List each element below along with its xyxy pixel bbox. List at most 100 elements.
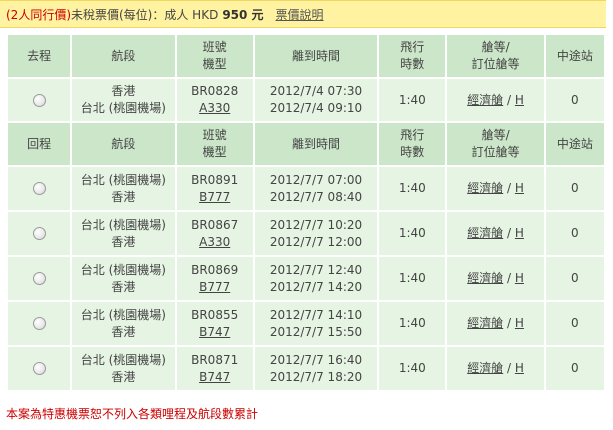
flight-duration: 1:40 xyxy=(398,271,426,285)
fare-rules-link[interactable]: 票價說明 xyxy=(276,6,324,23)
class-label-2: 訂位艙等 xyxy=(471,57,520,71)
segment-cell: 台北 (桃園機場) 香港 xyxy=(72,167,175,210)
cabin-class-link[interactable]: 經濟艙 xyxy=(467,181,503,195)
col-flight: 班號 機型 xyxy=(176,35,253,77)
duration-cell: 1:40 xyxy=(379,302,446,345)
booking-class-link[interactable]: H xyxy=(515,181,524,195)
col-flight: 班號 機型 xyxy=(176,123,253,165)
booking-class-link[interactable]: H xyxy=(515,271,524,285)
aircraft-type-cell: A330 xyxy=(177,234,253,251)
duration-cell: 1:40 xyxy=(379,212,446,255)
class-cell: 經濟艙 / H xyxy=(447,167,544,210)
origin-airport: 台北 (桃園機場) xyxy=(80,262,166,277)
booking-class-link[interactable]: H xyxy=(515,93,524,107)
cabin-class-link[interactable]: 經濟艙 xyxy=(467,361,503,375)
stops-count: 0 xyxy=(571,181,579,195)
flight-number: BR0828 xyxy=(191,84,239,98)
flight-cell: BR0867 A330 xyxy=(176,212,253,255)
flight-duration: 1:40 xyxy=(398,226,426,240)
fare-amount: 950 元 xyxy=(222,7,264,22)
col-stops: 中途站 xyxy=(545,123,604,165)
duration-label-2: 時數 xyxy=(400,145,425,159)
stops-cell: 0 xyxy=(545,257,604,300)
segment-cell: 香港 台北 (桃園機場) xyxy=(72,79,175,121)
flight-radio-button[interactable] xyxy=(32,182,46,195)
flight-duration: 1:40 xyxy=(398,361,426,375)
class-separator: / xyxy=(503,181,515,195)
departure-time: 2012/7/4 07:30 xyxy=(269,84,363,98)
flight-label: 班號 xyxy=(202,40,227,54)
aircraft-type-link[interactable]: B777 xyxy=(199,280,230,294)
booking-class-link[interactable]: H xyxy=(515,361,524,375)
cabin-class-link[interactable]: 經濟艙 xyxy=(467,93,503,107)
flight-radio-button[interactable] xyxy=(32,227,46,240)
flight-radio-button[interactable] xyxy=(32,93,46,107)
select-cell[interactable] xyxy=(8,79,71,121)
stops-cell: 0 xyxy=(545,167,604,210)
select-cell[interactable] xyxy=(8,212,71,255)
untaxed-fare-label: 未稅票價(每位)：成人 HKD xyxy=(71,7,219,22)
origin-airport: 台北 (桃園機場) xyxy=(80,172,166,187)
times-cell: 2012/7/7 14:10 2012/7/7 15:50 xyxy=(254,302,378,345)
segment-cell: 台北 (桃園機場) 香港 xyxy=(72,257,175,300)
duration-cell: 1:40 xyxy=(379,257,446,300)
cabin-class-link[interactable]: 經濟艙 xyxy=(467,226,503,240)
duration-label-2: 時數 xyxy=(400,57,425,71)
stops-cell: 0 xyxy=(545,212,604,255)
arrival-time: 2012/7/7 15:50 xyxy=(269,324,363,339)
select-cell[interactable] xyxy=(8,167,71,210)
arrival-time: 2012/7/4 09:10 xyxy=(269,101,363,115)
flight-duration: 1:40 xyxy=(398,316,426,330)
aircraft-type-cell: A330 xyxy=(177,100,253,117)
flight-selection-table: 去程 航段 班號 機型 離到時間 飛行 時數 艙等/訂位艙等 中途站 香港 台北 (桃園機場) BR0… xyxy=(6,33,606,392)
flight-row: 台北 (桃園機場) 香港 BR0867 A330 2012/7/7 10:20 2012/… xyxy=(8,212,604,255)
duration-cell: 1:40 xyxy=(379,79,446,121)
col-duration: 飛行 時數 xyxy=(379,35,446,77)
class-cell: 經濟艙 / H xyxy=(447,302,544,345)
aircraft-type-link[interactable]: B747 xyxy=(199,325,230,339)
class-separator: / xyxy=(503,271,515,285)
col-segment: 航段 xyxy=(72,123,175,165)
flight-row: 香港 台北 (桃園機場) BR0828 A330 2012/7/4 07:30 2012/… xyxy=(8,79,604,121)
flight-row: 台北 (桃園機場) 香港 BR0871 B747 2012/7/7 16:40 2012/… xyxy=(8,347,604,390)
select-cell[interactable] xyxy=(8,347,71,390)
flight-number: BR0891 xyxy=(191,172,239,187)
flight-radio-button[interactable] xyxy=(32,272,46,285)
flight-number: BR0855 xyxy=(191,307,239,322)
aircraft-type-link[interactable]: B747 xyxy=(199,370,230,384)
class-cell: 經濟艙 / H xyxy=(447,257,544,300)
segment-cell: 台北 (桃園機場) 香港 xyxy=(72,212,175,255)
departure-time: 2012/7/7 10:20 xyxy=(269,217,363,232)
class-label-1: 艙等/ xyxy=(481,40,510,54)
segment-label: 航段 xyxy=(111,48,136,63)
booking-class-link[interactable]: H xyxy=(515,226,524,240)
direction-label: 去程 xyxy=(27,48,52,63)
booking-class-link[interactable]: H xyxy=(515,316,524,330)
class-label-2: 訂位艙等 xyxy=(471,145,520,159)
select-cell[interactable] xyxy=(8,302,71,345)
col-direction: 回程 xyxy=(8,123,71,165)
flight-radio-button[interactable] xyxy=(32,362,46,375)
aircraft-type-link[interactable]: A330 xyxy=(199,101,230,115)
direction-label: 回程 xyxy=(27,136,52,151)
aircraft-type-link[interactable]: B777 xyxy=(199,190,230,204)
stops-count: 0 xyxy=(571,271,579,285)
aircraft-type-link[interactable]: A330 xyxy=(199,235,230,249)
duration-cell: 1:40 xyxy=(379,347,446,390)
times-cell: 2012/7/7 16:40 2012/7/7 18:20 xyxy=(254,347,378,390)
cabin-class-link[interactable]: 經濟艙 xyxy=(467,316,503,330)
origin-airport: 台北 (桃園機場) xyxy=(80,217,166,232)
flight-radio-button[interactable] xyxy=(32,317,46,330)
return-header-row: 回程 航段 班號 機型 離到時間 飛行 時數 艙等/訂位艙等 中途站 xyxy=(8,123,604,165)
select-cell[interactable] xyxy=(8,257,71,300)
flight-row: 台北 (桃園機場) 香港 BR0855 B747 2012/7/7 14:10 2012/… xyxy=(8,302,604,345)
outbound-header-row: 去程 航段 班號 機型 離到時間 飛行 時數 艙等/訂位艙等 中途站 xyxy=(8,35,604,77)
flight-cell: BR0891 B777 xyxy=(176,167,253,210)
origin-airport: 台北 (桃園機場) xyxy=(80,307,166,322)
destination-airport: 香港 xyxy=(111,189,136,204)
class-cell: 經濟艙 / H xyxy=(447,212,544,255)
destination-airport: 香港 xyxy=(111,369,136,384)
class-cell: 經濟艙 / H xyxy=(447,79,544,121)
times-cell: 2012/7/7 07:00 2012/7/7 08:40 xyxy=(254,167,378,210)
cabin-class-link[interactable]: 經濟艙 xyxy=(467,271,503,285)
